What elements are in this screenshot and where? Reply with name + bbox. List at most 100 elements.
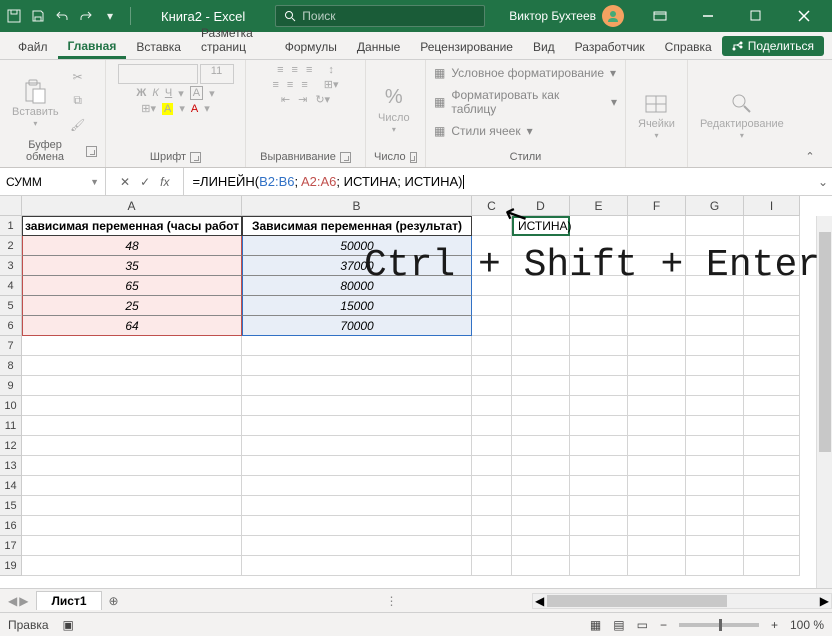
cell[interactable] — [512, 516, 570, 536]
format-as-table[interactable]: ▦Форматировать как таблицу▾ — [434, 86, 617, 118]
editing-button[interactable]: Редактирование ▾ — [696, 86, 788, 140]
save-icon[interactable] — [30, 8, 46, 24]
spreadsheet-grid[interactable]: ABCDEFGI 123456789101112131415161719 зав… — [0, 196, 832, 588]
cell[interactable] — [22, 436, 242, 456]
copy-icon[interactable]: ⧉ — [67, 90, 89, 112]
cell[interactable]: Зависимая переменная (результат) — [242, 216, 472, 236]
cell[interactable] — [744, 496, 800, 516]
row-header[interactable]: 19 — [0, 556, 22, 576]
tab-formulas[interactable]: Формулы — [275, 34, 347, 59]
number-button[interactable]: % Число ▾ — [374, 80, 414, 134]
cell[interactable] — [628, 556, 686, 576]
ribbon-collapse-icon[interactable]: ⌃ — [798, 60, 822, 167]
tab-view[interactable]: Вид — [523, 34, 565, 59]
cell[interactable] — [512, 556, 570, 576]
cell[interactable] — [472, 496, 512, 516]
row-header[interactable]: 8 — [0, 356, 22, 376]
row-header[interactable]: 14 — [0, 476, 22, 496]
cell[interactable] — [472, 376, 512, 396]
minimize-icon[interactable] — [686, 0, 730, 32]
cell[interactable] — [22, 396, 242, 416]
tab-developer[interactable]: Разработчик — [565, 34, 655, 59]
cell-styles[interactable]: ▦Стили ячеек▾ — [434, 122, 533, 140]
cell[interactable] — [512, 496, 570, 516]
cell[interactable] — [512, 456, 570, 476]
row-header[interactable]: 10 — [0, 396, 22, 416]
undo-icon[interactable] — [54, 8, 70, 24]
font-launcher-icon[interactable] — [190, 152, 201, 163]
cell[interactable] — [628, 416, 686, 436]
cell[interactable] — [628, 336, 686, 356]
cell[interactable] — [22, 376, 242, 396]
close-icon[interactable] — [782, 0, 826, 32]
horizontal-scrollbar[interactable]: ◀▶ — [532, 593, 832, 609]
column-header[interactable]: A — [22, 196, 242, 216]
ribbon-display-icon[interactable] — [638, 0, 682, 32]
clipboard-launcher-icon[interactable] — [86, 146, 97, 157]
cell[interactable] — [512, 476, 570, 496]
row-header[interactable]: 15 — [0, 496, 22, 516]
cell[interactable] — [472, 336, 512, 356]
sheet-nav-next-icon[interactable]: ▶ — [19, 594, 28, 608]
row-header[interactable]: 6 — [0, 316, 22, 336]
column-header[interactable]: G — [686, 196, 744, 216]
cell[interactable]: 15000 — [242, 296, 472, 316]
cell[interactable] — [628, 516, 686, 536]
column-header[interactable]: I — [744, 196, 800, 216]
cell[interactable] — [744, 376, 800, 396]
cell[interactable] — [242, 476, 472, 496]
cell[interactable] — [512, 396, 570, 416]
name-box[interactable]: СУММ▼ — [0, 168, 106, 195]
cell[interactable] — [242, 396, 472, 416]
cell[interactable] — [472, 356, 512, 376]
sheet-nav-prev-icon[interactable]: ◀ — [8, 594, 17, 608]
cell[interactable] — [242, 496, 472, 516]
cell[interactable]: 70000 — [242, 316, 472, 336]
maximize-icon[interactable] — [734, 0, 778, 32]
redo-icon[interactable] — [78, 8, 94, 24]
row-header[interactable]: 11 — [0, 416, 22, 436]
cell[interactable] — [744, 356, 800, 376]
tab-file[interactable]: Файл — [8, 34, 58, 59]
cell[interactable] — [744, 396, 800, 416]
cell[interactable] — [472, 536, 512, 556]
cell[interactable] — [242, 416, 472, 436]
tab-layout[interactable]: Разметка страниц — [191, 20, 275, 59]
zoom-level[interactable]: 100 % — [790, 618, 824, 632]
cell[interactable] — [686, 396, 744, 416]
align-launcher-icon[interactable] — [340, 152, 351, 163]
share-button[interactable]: Поделиться — [722, 36, 824, 56]
cell[interactable] — [242, 356, 472, 376]
cell[interactable] — [242, 556, 472, 576]
cell[interactable] — [628, 536, 686, 556]
view-normal-icon[interactable]: ▦ — [590, 618, 601, 632]
cell[interactable] — [628, 456, 686, 476]
cell[interactable] — [512, 416, 570, 436]
cell[interactable] — [570, 536, 628, 556]
cell[interactable] — [628, 376, 686, 396]
cell[interactable] — [242, 436, 472, 456]
sheet-tab[interactable]: Лист1 — [36, 591, 101, 610]
cell[interactable] — [628, 316, 686, 336]
cell[interactable] — [570, 436, 628, 456]
cell[interactable] — [686, 316, 744, 336]
tab-insert[interactable]: Вставка — [126, 34, 191, 59]
zoom-slider[interactable] — [679, 623, 759, 627]
format-painter-icon[interactable]: 🖌 — [67, 114, 89, 136]
cell[interactable] — [570, 416, 628, 436]
zoom-out-icon[interactable]: − — [660, 618, 667, 632]
cell[interactable] — [686, 496, 744, 516]
conditional-formatting[interactable]: ▦Условное форматирование▾ — [434, 64, 616, 82]
cell[interactable] — [686, 476, 744, 496]
cell[interactable] — [22, 356, 242, 376]
cell[interactable] — [744, 476, 800, 496]
cell[interactable] — [570, 456, 628, 476]
cell[interactable] — [472, 456, 512, 476]
formula-input[interactable]: =ЛИНЕЙН(B2:B6; A2:A6; ИСТИНА; ИСТИНА) — [184, 174, 814, 190]
cell[interactable] — [472, 476, 512, 496]
cell[interactable] — [512, 376, 570, 396]
cell[interactable] — [242, 536, 472, 556]
cell[interactable] — [686, 376, 744, 396]
cell[interactable] — [22, 496, 242, 516]
cell[interactable] — [570, 376, 628, 396]
